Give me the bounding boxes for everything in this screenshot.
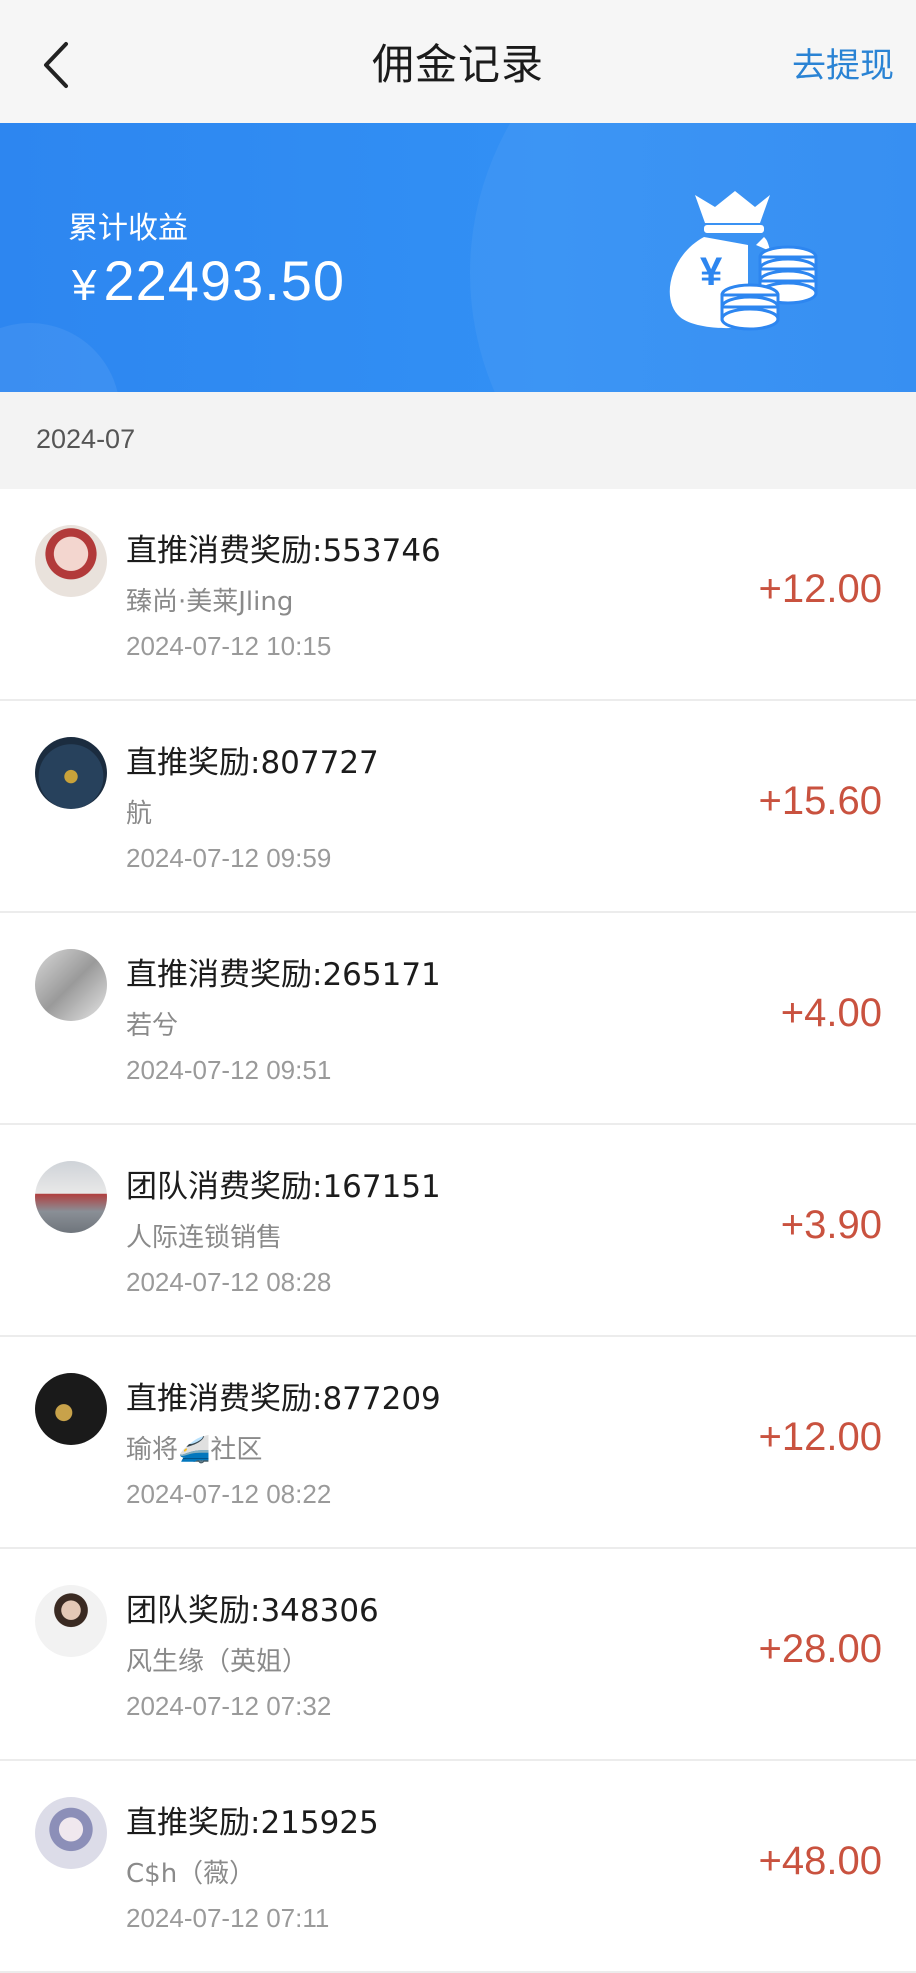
record-title: 团队奖励:348306 <box>126 1593 379 1629</box>
record-time: 2024-07-12 07:32 <box>126 1691 332 1721</box>
currency-symbol: ¥ <box>72 261 98 310</box>
record-title: 直推消费奖励:265171 <box>126 957 441 993</box>
avatar <box>35 1585 107 1657</box>
earnings-banner: 累计收益 ¥22493.50 ¥ <box>0 123 916 392</box>
record-user-name: 风生缘（英姐） <box>126 1647 309 1677</box>
list-item[interactable]: 直推奖励:215925 C$h（薇） 2024-07-12 07:11 +48.… <box>0 1761 916 1973</box>
chevron-left-icon <box>44 42 68 88</box>
record-user-name: 臻尚·美莱Jling <box>126 587 294 617</box>
back-button[interactable] <box>30 40 80 90</box>
total-earnings-label: 累计收益 <box>68 211 188 246</box>
record-time: 2024-07-12 09:59 <box>126 843 332 873</box>
record-title: 直推消费奖励:877209 <box>126 1381 441 1417</box>
list-item[interactable]: 直推奖励:807727 航 2024-07-12 09:59 +15.60 <box>0 701 916 913</box>
avatar <box>35 737 107 809</box>
record-amount: +48.00 <box>758 1839 882 1883</box>
list-item[interactable]: 直推消费奖励:265171 若兮 2024-07-12 09:51 +4.00 <box>0 913 916 1125</box>
record-title: 直推奖励:215925 <box>126 1805 379 1841</box>
record-user-name: 人际连锁销售 <box>126 1223 283 1253</box>
record-amount: +15.60 <box>758 779 882 823</box>
record-title: 直推消费奖励:553746 <box>126 533 441 569</box>
record-amount: +4.00 <box>780 991 882 1035</box>
list-item[interactable]: 团队奖励:348306 风生缘（英姐） 2024-07-12 07:32 +28… <box>0 1549 916 1761</box>
record-user-name: 瑜将🚄社区 <box>126 1435 263 1465</box>
money-bag-icon: ¥ <box>669 191 818 331</box>
record-amount: +28.00 <box>758 1627 882 1671</box>
nav-bar: 佣金记录 去提现 <box>0 0 916 123</box>
month-section-header: 2024-07 <box>0 392 916 489</box>
record-time: 2024-07-12 07:11 <box>126 1903 330 1933</box>
svg-text:¥: ¥ <box>700 250 723 294</box>
record-time: 2024-07-12 08:22 <box>126 1479 332 1509</box>
record-amount: +12.00 <box>758 567 882 611</box>
avatar <box>35 1797 107 1869</box>
record-time: 2024-07-12 08:28 <box>126 1267 332 1297</box>
list-item[interactable]: 直推消费奖励:553746 臻尚·美莱Jling 2024-07-12 10:1… <box>0 489 916 701</box>
withdraw-link[interactable]: 去提现 <box>792 38 894 87</box>
page-title: 佣金记录 <box>371 40 544 89</box>
avatar <box>35 525 107 597</box>
avatar <box>35 1161 107 1233</box>
record-amount: +3.90 <box>780 1203 882 1247</box>
commission-list: 直推消费奖励:553746 臻尚·美莱Jling 2024-07-12 10:1… <box>0 489 916 1973</box>
record-user-name: 航 <box>126 799 153 829</box>
month-label: 2024-07 <box>36 424 136 454</box>
list-item[interactable]: 团队消费奖励:167151 人际连锁销售 2024-07-12 08:28 +3… <box>0 1125 916 1337</box>
avatar <box>35 949 107 1021</box>
record-title: 团队消费奖励:167151 <box>126 1169 441 1205</box>
total-earnings-value: 22493.50 <box>103 249 346 312</box>
record-time: 2024-07-12 09:51 <box>126 1055 332 1085</box>
avatar <box>35 1373 107 1445</box>
total-earnings-amount: ¥22493.50 <box>72 248 345 313</box>
record-user-name: 若兮 <box>126 1011 179 1041</box>
record-title: 直推奖励:807727 <box>126 745 379 781</box>
record-time: 2024-07-12 10:15 <box>126 631 332 661</box>
record-amount: +12.00 <box>758 1415 882 1459</box>
list-item[interactable]: 直推消费奖励:877209 瑜将🚄社区 2024-07-12 08:22 +12… <box>0 1337 916 1549</box>
record-user-name: C$h（薇） <box>126 1859 256 1889</box>
